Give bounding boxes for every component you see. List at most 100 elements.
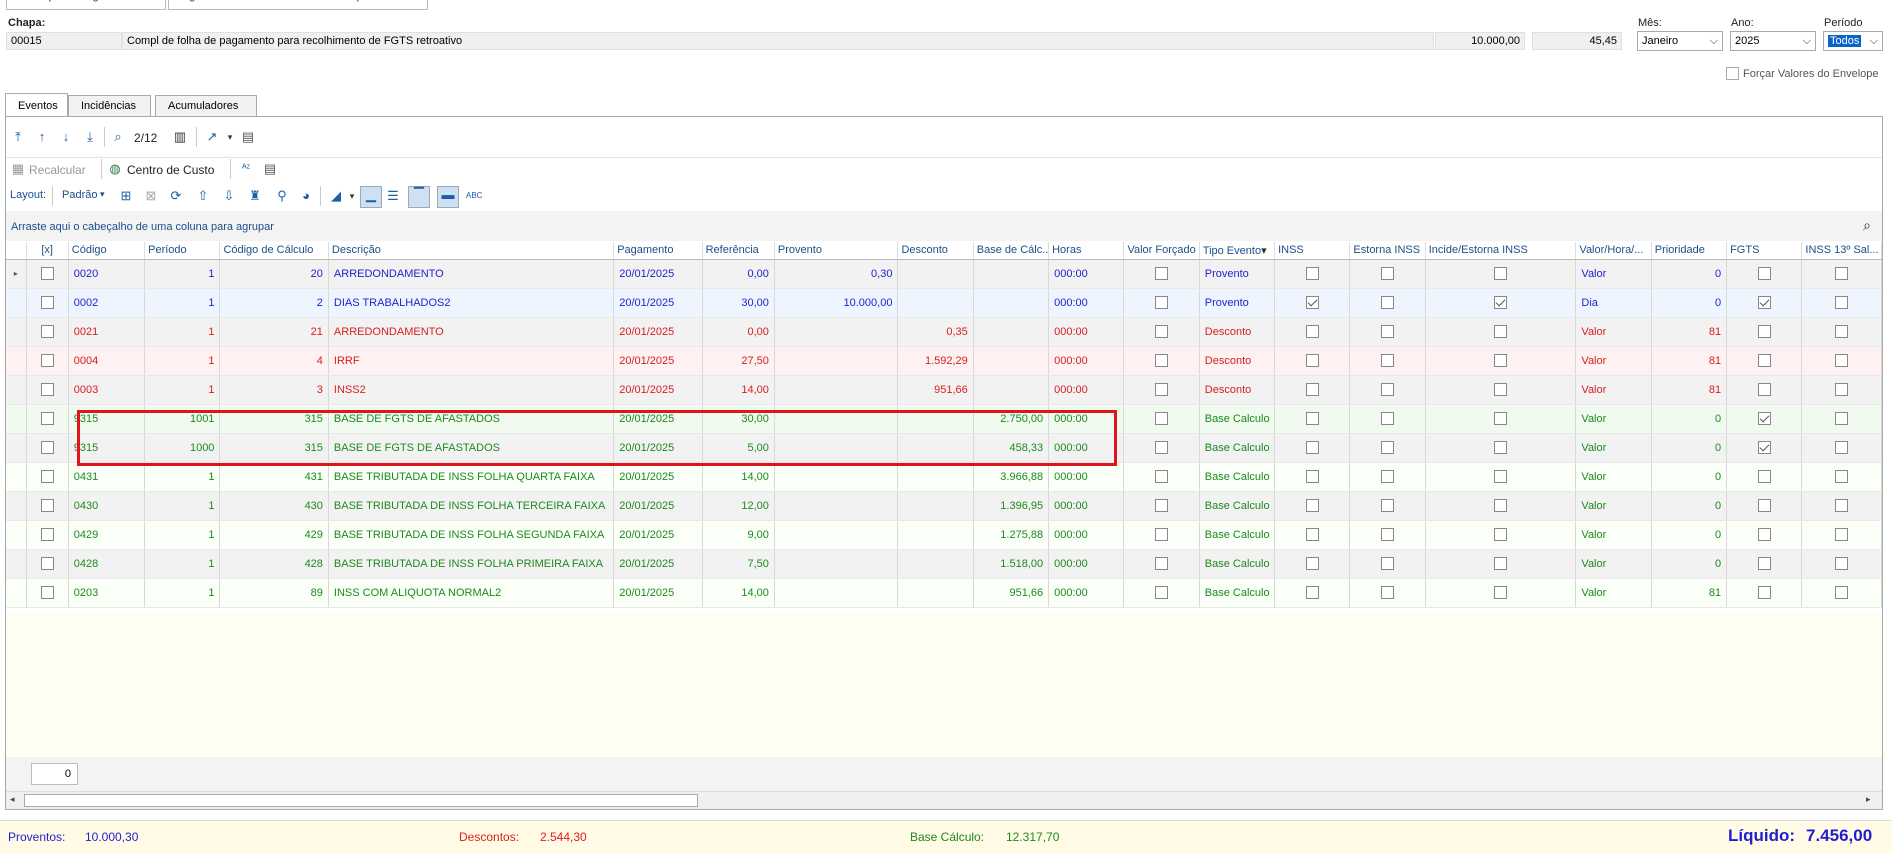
periodo-cell[interactable]: 1: [144, 288, 221, 318]
inss-13-checkbox[interactable]: [1835, 325, 1849, 338]
horas-cell[interactable]: 000:00: [1048, 346, 1125, 376]
valor-forcado-checkbox[interactable]: [1155, 586, 1169, 599]
prioridade-cell[interactable]: 0: [1651, 462, 1728, 492]
valor-forcado-cell[interactable]: [1123, 578, 1200, 608]
base-calculo-cell[interactable]: 951,66: [973, 578, 1050, 608]
ano-select[interactable]: 2025 ⌵: [1730, 31, 1816, 51]
codigo-calculo-cell[interactable]: 3: [219, 375, 329, 405]
inss-cell[interactable]: [1274, 578, 1351, 608]
codigo-cell[interactable]: 0429: [68, 520, 146, 550]
horas-cell[interactable]: 000:00: [1048, 375, 1125, 405]
descricao-cell[interactable]: INSS2: [328, 375, 615, 405]
inss-checkbox[interactable]: [1305, 325, 1319, 338]
base-calculo-cell[interactable]: [973, 317, 1050, 347]
base-calculo-cell[interactable]: [973, 259, 1050, 289]
column-header-15[interactable]: Estorna INSS: [1349, 242, 1426, 260]
incide-estorna-cell[interactable]: [1425, 578, 1577, 608]
referencia-cell[interactable]: 27,50: [702, 346, 775, 376]
valor-hora-cell[interactable]: Valor: [1575, 404, 1652, 434]
prioridade-cell[interactable]: 81: [1651, 346, 1728, 376]
desconto-cell[interactable]: 951,66: [897, 375, 974, 405]
inss-13-cell[interactable]: [1801, 375, 1882, 405]
columns-icon[interactable]: ▥: [172, 129, 188, 145]
horas-cell[interactable]: 000:00: [1048, 288, 1125, 318]
table-row[interactable]: 0203 1 89 INSS COM ALIQUOTA NORMAL2 20/01/20…: [6, 578, 1882, 608]
valor-forcado-checkbox[interactable]: [1155, 470, 1169, 483]
desconto-cell[interactable]: 1.592,29: [897, 346, 974, 376]
column-header-9[interactable]: Desconto: [897, 242, 974, 260]
inss-checkbox[interactable]: [1305, 557, 1319, 570]
inss-checkbox[interactable]: [1305, 412, 1319, 425]
column-header-5[interactable]: Descrição: [328, 242, 615, 260]
pagamento-cell[interactable]: 20/01/2025: [613, 346, 703, 376]
column-header-14[interactable]: INSS: [1274, 242, 1351, 260]
valor-forcado-cell[interactable]: [1123, 317, 1200, 347]
periodo-cell[interactable]: 1: [144, 491, 221, 521]
forcar-checkbox[interactable]: [1726, 67, 1739, 80]
pagamento-cell[interactable]: 20/01/2025: [613, 259, 703, 289]
paint-icon[interactable]: ♜: [247, 188, 263, 204]
valor-forcado-checkbox[interactable]: [1155, 325, 1169, 338]
row-select-checkbox[interactable]: [40, 267, 54, 280]
referencia-cell[interactable]: 9,00: [702, 520, 775, 550]
column-header-12[interactable]: Valor Forçado: [1123, 242, 1200, 260]
referencia-cell[interactable]: 14,00: [702, 462, 775, 492]
row-select-cell[interactable]: [26, 317, 69, 347]
row-select-checkbox[interactable]: [40, 557, 54, 570]
row-select-cell[interactable]: [26, 259, 69, 289]
desconto-cell[interactable]: 0,35: [897, 317, 974, 347]
recalcular-button[interactable]: Recalcular: [29, 163, 86, 177]
chart-icon[interactable]: ◢: [328, 188, 344, 204]
base-calculo-cell[interactable]: [973, 346, 1050, 376]
refresh-icon[interactable]: ⟳: [168, 188, 184, 204]
desconto-cell[interactable]: [897, 288, 974, 318]
column-header-8[interactable]: Provento: [774, 242, 899, 260]
row-select-checkbox[interactable]: [40, 354, 54, 367]
column-header-17[interactable]: Valor/Hora/...: [1575, 242, 1652, 260]
estorna-inss-checkbox[interactable]: [1381, 499, 1395, 512]
valor-forcado-checkbox[interactable]: [1155, 528, 1169, 541]
tab-incidencias[interactable]: Incidências: [68, 95, 151, 117]
fgts-cell[interactable]: [1726, 375, 1803, 405]
table-row[interactable]: 0004 1 4 IRRF 20/01/2025 27,50 1.592,29 000:00 D…: [6, 346, 1882, 376]
fgts-cell[interactable]: [1726, 520, 1803, 550]
column-header-18[interactable]: Prioridade: [1651, 242, 1728, 260]
periodo-cell[interactable]: 1: [144, 549, 221, 579]
inss-checkbox[interactable]: [1305, 499, 1319, 512]
inss-13-checkbox[interactable]: [1835, 470, 1849, 483]
prioridade-cell[interactable]: 81: [1651, 317, 1728, 347]
prioridade-cell[interactable]: 0: [1651, 491, 1728, 521]
periodo-cell[interactable]: 1: [144, 462, 221, 492]
fgts-checkbox[interactable]: [1757, 470, 1771, 483]
previous-record-icon[interactable]: ↑: [34, 129, 50, 145]
referencia-cell[interactable]: 0,00: [702, 317, 775, 347]
centro-custo-button[interactable]: Centro de Custo: [127, 163, 214, 177]
layout-select[interactable]: Padrão: [62, 189, 97, 201]
table-row[interactable]: ▸ 0020 1 20 ARREDONDAMENTO 20/01/2025 0,00 0,30…: [6, 259, 1882, 289]
fgts-checkbox[interactable]: [1757, 296, 1771, 309]
prioridade-cell[interactable]: 0: [1651, 288, 1728, 318]
referencia-cell[interactable]: 14,00: [702, 375, 775, 405]
periodo-cell[interactable]: 1: [144, 375, 221, 405]
tab-acumuladores[interactable]: Acumuladores: [155, 95, 257, 117]
fgts-checkbox[interactable]: [1757, 354, 1771, 367]
inss-13-cell[interactable]: [1801, 578, 1882, 608]
inss-13-checkbox[interactable]: [1835, 383, 1849, 396]
row-select-cell[interactable]: [26, 462, 69, 492]
codigo-calculo-cell[interactable]: 431: [219, 462, 329, 492]
chevron-down-icon[interactable]: ▾: [100, 189, 105, 200]
estorna-inss-cell[interactable]: [1349, 578, 1426, 608]
palette-icon[interactable]: ◕: [298, 188, 314, 204]
descricao-cell[interactable]: ARREDONDAMENTO: [328, 317, 615, 347]
desconto-cell[interactable]: [897, 549, 974, 579]
tipo-evento-cell[interactable]: Desconto: [1199, 317, 1276, 347]
codigo-cell[interactable]: 0021: [68, 317, 146, 347]
fgts-cell[interactable]: [1726, 259, 1803, 289]
next-record-icon[interactable]: ↓: [58, 129, 74, 145]
row-select-checkbox[interactable]: [40, 470, 54, 483]
valor-forcado-cell[interactable]: [1123, 288, 1200, 318]
estorna-inss-cell[interactable]: [1349, 346, 1426, 376]
sort-desc-icon[interactable]: ▾: [1261, 245, 1267, 257]
inss-13-checkbox[interactable]: [1835, 296, 1849, 309]
descricao-cell[interactable]: BASE TRIBUTADA DE INSS FOLHA TERCEIRA FA…: [328, 491, 615, 521]
